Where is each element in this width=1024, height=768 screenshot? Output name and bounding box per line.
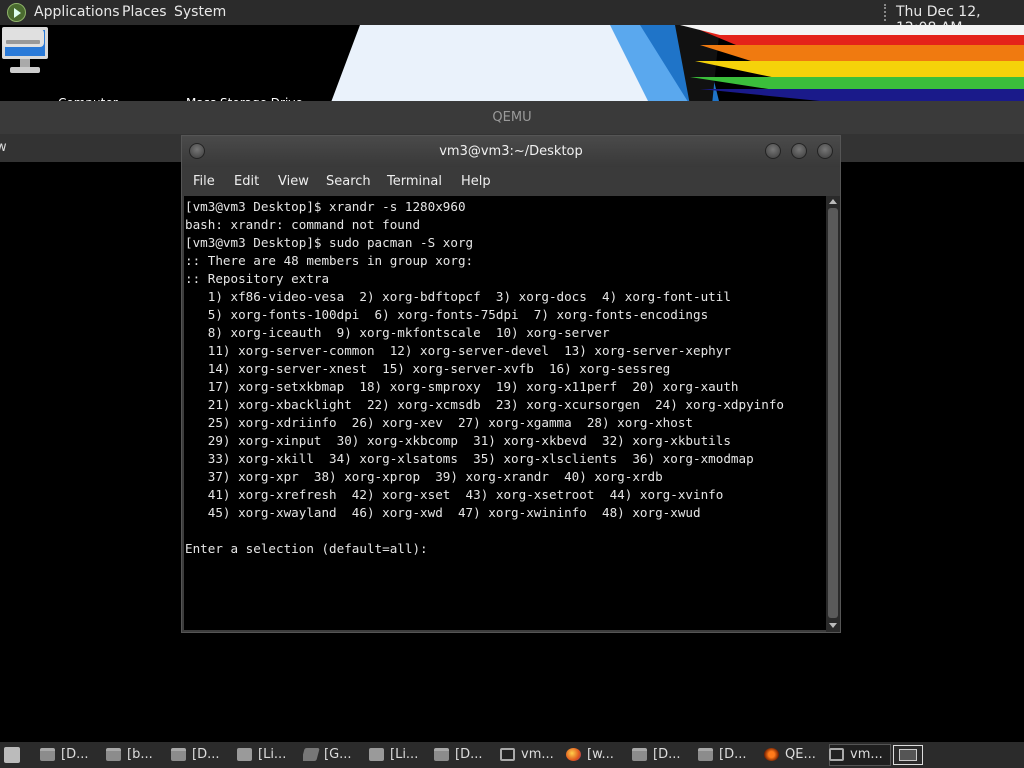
task-button[interactable]: [D...: [40, 744, 98, 766]
folder-icon: [434, 748, 449, 761]
menu-help[interactable]: Help: [461, 174, 491, 189]
task-button[interactable]: [w...: [566, 744, 624, 766]
task-button-active[interactable]: vm...: [829, 744, 891, 766]
task-button[interactable]: [D...: [632, 744, 690, 766]
task-label: [D...: [719, 747, 747, 762]
task-label: [D...: [455, 747, 483, 762]
qemu-menu-item[interactable]: w: [0, 140, 7, 155]
show-desktop-button[interactable]: [4, 747, 20, 763]
task-button[interactable]: [G...: [303, 744, 361, 766]
menu-terminal[interactable]: Terminal: [387, 174, 442, 189]
task-label: [b...: [127, 747, 153, 762]
menu-search[interactable]: Search: [326, 174, 371, 189]
scroll-down-icon[interactable]: [829, 623, 837, 628]
folder-icon: [632, 748, 647, 761]
terminal-output[interactable]: [vm3@vm3 Desktop]$ xrandr -s 1280x960 ba…: [184, 196, 826, 558]
menu-edit[interactable]: Edit: [234, 174, 259, 189]
task-button[interactable]: [b...: [106, 744, 164, 766]
terminal-scrollbar[interactable]: [826, 196, 840, 632]
maximize-button[interactable]: [791, 143, 807, 159]
task-label: QE...: [785, 747, 816, 762]
terminal-menubar: File Edit View Search Terminal Help: [182, 167, 840, 196]
folder-icon: [698, 748, 713, 761]
window-icon: [369, 748, 384, 761]
terminal-icon: [500, 748, 515, 761]
minimize-button[interactable]: [765, 143, 781, 159]
task-button[interactable]: [D...: [434, 744, 492, 766]
task-button[interactable]: vm...: [500, 744, 558, 766]
task-label: [Li...: [390, 747, 419, 762]
terminal-title: vm3@vm3:~/Desktop: [439, 144, 583, 159]
top-panel: Applications Places System Thu Dec 12, 1…: [0, 0, 1024, 36]
task-button[interactable]: [D...: [698, 744, 756, 766]
qemu-icon: [764, 748, 779, 761]
task-button[interactable]: [D...: [171, 744, 229, 766]
task-button[interactable]: [Li...: [237, 744, 295, 766]
folder-icon: [40, 748, 55, 761]
desktop-wallpaper: Computer Mass Storage Drive: [0, 25, 1024, 105]
scroll-up-icon[interactable]: [829, 199, 837, 204]
task-label: [D...: [192, 747, 220, 762]
scroll-thumb[interactable]: [828, 208, 838, 618]
window-icon: [237, 748, 252, 761]
task-label: [G...: [324, 747, 352, 762]
task-label: vm...: [850, 747, 883, 762]
drive-icon[interactable]: [0, 25, 46, 51]
workspace-1[interactable]: [899, 749, 917, 761]
terminal-icon: [829, 748, 844, 761]
system-menu[interactable]: System: [174, 4, 226, 20]
terminal-output-area[interactable]: [vm3@vm3 Desktop]$ xrandr -s 1280x960 ba…: [184, 196, 826, 630]
task-label: [Li...: [258, 747, 287, 762]
task-label: [D...: [61, 747, 89, 762]
workspace-switcher[interactable]: [893, 745, 923, 765]
close-button[interactable]: [817, 143, 833, 159]
panel-drag-handle[interactable]: [884, 4, 890, 21]
qemu-titlebar[interactable]: QEMU: [0, 101, 1024, 134]
task-button[interactable]: QE...: [764, 744, 822, 766]
applications-menu[interactable]: Applications: [34, 4, 120, 20]
terminal-window: vm3@vm3:~/Desktop File Edit View Search …: [182, 136, 840, 632]
taskbar: [D... [b... [D... [Li... [G... [Li... [D…: [0, 742, 1024, 768]
terminal-titlebar[interactable]: vm3@vm3:~/Desktop: [182, 136, 840, 167]
places-menu[interactable]: Places: [122, 4, 167, 20]
wallpaper-graphic: [330, 25, 1024, 105]
task-label: [w...: [587, 747, 614, 762]
folder-icon: [106, 748, 121, 761]
gimp-icon: [303, 748, 320, 761]
qemu-title: QEMU: [492, 110, 532, 125]
task-label: vm...: [521, 747, 554, 762]
firefox-icon: [566, 748, 581, 761]
folder-icon: [171, 748, 186, 761]
menu-view[interactable]: View: [278, 174, 309, 189]
distro-logo-icon[interactable]: [7, 3, 26, 22]
task-label: [D...: [653, 747, 681, 762]
menu-file[interactable]: File: [193, 174, 215, 189]
task-button[interactable]: [Li...: [369, 744, 427, 766]
